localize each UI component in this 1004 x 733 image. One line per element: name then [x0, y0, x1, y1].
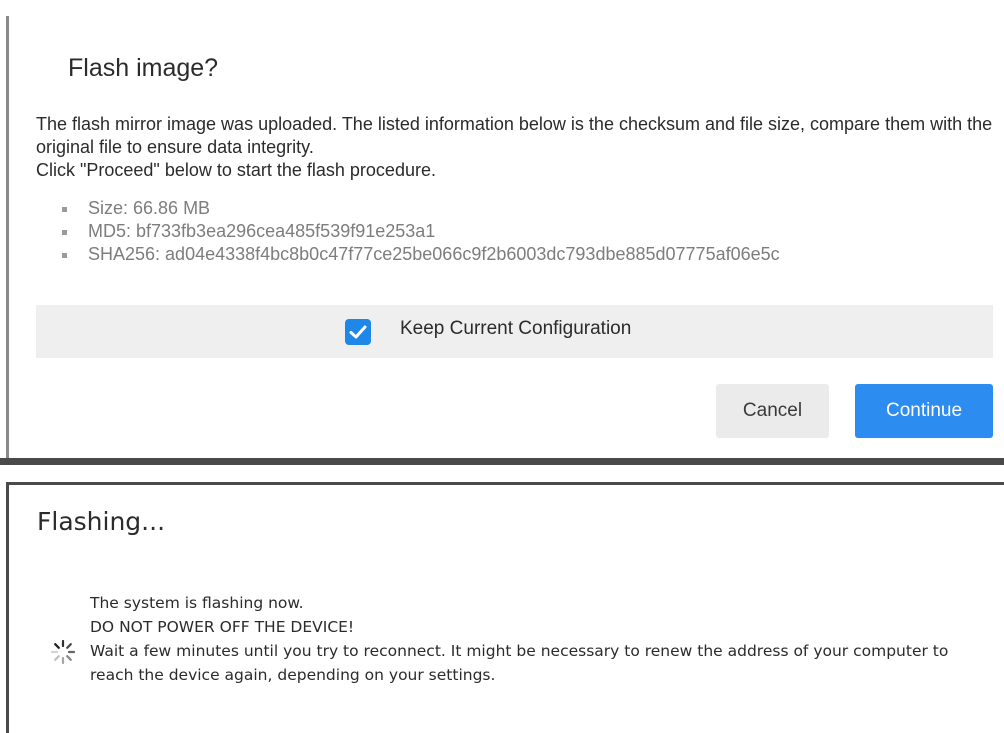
checksum-list: Size: 66.86 MB MD5: bf733fb3ea296cea485f…: [62, 197, 780, 266]
bullet-icon: [62, 207, 67, 212]
dialog-title: Flash image?: [68, 54, 219, 82]
list-item-sha256: SHA256: ad04e4338f4bc8b0c47f77ce25be066c…: [62, 243, 780, 266]
flash-image-dialog: Flash image? The flash mirror image was …: [0, 0, 1004, 465]
keep-config-row[interactable]: Keep Current Configuration: [36, 305, 993, 358]
list-item-md5: MD5: bf733fb3ea296cea485f539f91e253a1: [62, 220, 780, 243]
dialog-top-border: [6, 482, 1004, 485]
dialog-bottom-border: [0, 458, 1004, 465]
description-text: The flash mirror image was uploaded. The…: [36, 114, 993, 157]
bullet-icon: [62, 230, 67, 235]
flashing-status: The system is flashing now.: [90, 594, 304, 612]
flashing-dialog: Flashing... The system is flashing now. …: [0, 465, 1004, 733]
reconnect-instructions: Wait a few minutes until you try to reco…: [90, 642, 949, 684]
proceed-instruction: Click "Proceed" below to start the flash…: [36, 160, 436, 180]
dialog-top-border: [0, 0, 1004, 14]
bullet-icon: [62, 253, 67, 258]
md5-checksum: MD5: bf733fb3ea296cea485f539f91e253a1: [88, 221, 436, 241]
dialog-left-border: [6, 16, 9, 458]
file-size: Size: 66.86 MB: [88, 198, 211, 218]
keep-config-checkbox[interactable]: [345, 319, 371, 345]
dialog-left-border: [6, 482, 9, 733]
sha256-checksum: SHA256: ad04e4338f4bc8b0c47f77ce25be066c…: [88, 244, 780, 264]
keep-config-label[interactable]: Keep Current Configuration: [400, 318, 631, 340]
loading-spinner-icon: [50, 639, 76, 665]
dialog-description: The flash mirror image was uploaded. The…: [36, 113, 996, 182]
flashing-message: The system is flashing now. DO NOT POWER…: [90, 591, 995, 687]
power-warning: DO NOT POWER OFF THE DEVICE!: [90, 618, 355, 636]
list-item-size: Size: 66.86 MB: [62, 197, 780, 220]
checkmark-icon: [349, 325, 367, 339]
continue-button[interactable]: Continue: [855, 384, 993, 438]
cancel-button[interactable]: Cancel: [716, 384, 829, 438]
dialog-title: Flashing...: [37, 507, 166, 536]
